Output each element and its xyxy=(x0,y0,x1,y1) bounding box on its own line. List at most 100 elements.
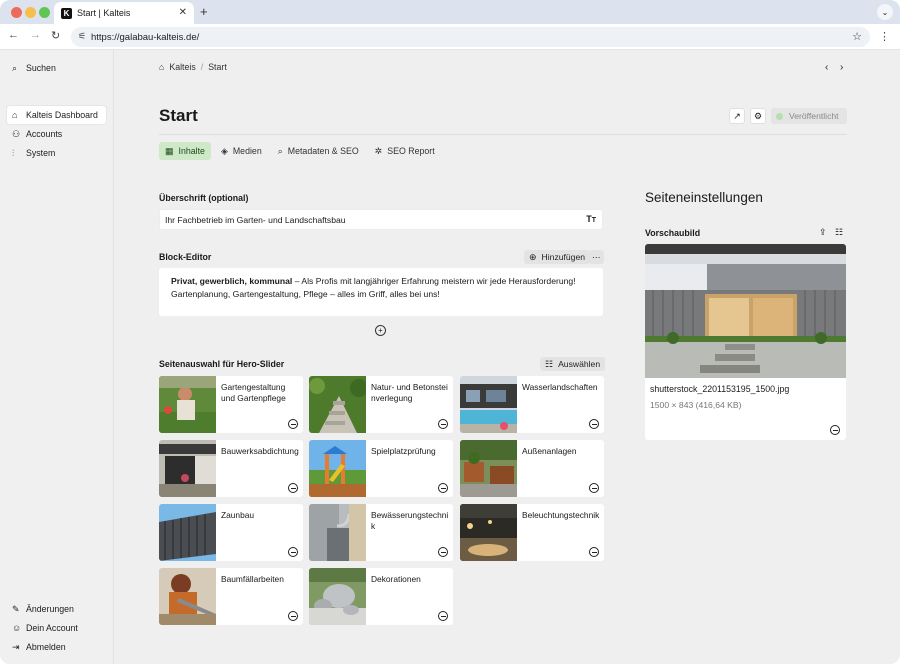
remove-circle-icon[interactable] xyxy=(288,483,298,493)
heading-input[interactable]: Ihr Fachbetrieb im Garten- und Landschaf… xyxy=(159,209,603,230)
slider-page-card[interactable]: Natur- und Betonsteinverlegung xyxy=(309,376,453,433)
select-pages-button[interactable]: ☷ Auswählen xyxy=(540,357,606,371)
chevron-left-icon[interactable]: ‹ xyxy=(825,62,828,73)
checklist-icon: ☷ xyxy=(545,358,554,369)
search-icon: ⌕ xyxy=(12,62,18,73)
remove-circle-icon[interactable] xyxy=(589,483,599,493)
page-thumbnail xyxy=(159,440,216,497)
sidebar-item-label: Abmelden xyxy=(26,642,66,652)
heading-input-value: Ihr Fachbetrieb im Garten- und Landschaf… xyxy=(165,214,346,225)
slider-page-card[interactable]: Beleuchtungstechnik xyxy=(460,504,604,561)
heading-field-label: Überschrift (optional) xyxy=(159,193,249,203)
tab-inhalte[interactable]: ▦ Inhalte xyxy=(159,142,211,160)
remove-circle-icon[interactable] xyxy=(589,547,599,557)
block-options-button[interactable]: ⋯ xyxy=(589,250,604,264)
minimize-window-button[interactable] xyxy=(25,7,36,18)
breadcrumb-home-link[interactable]: Kalteis xyxy=(169,62,195,72)
open-page-button[interactable]: ↗ xyxy=(729,108,745,124)
block-editor-content[interactable]: Privat, gewerblich, kommunal – Als Profi… xyxy=(159,268,603,316)
block-text-bold: Privat, gewerblich, kommunal xyxy=(171,276,293,286)
close-tab-icon[interactable]: ✕ xyxy=(179,7,187,18)
favicon-icon: K xyxy=(61,7,72,19)
page-title: Start xyxy=(159,106,198,125)
layers-icon: ◈ xyxy=(220,145,228,156)
remove-circle-icon[interactable] xyxy=(438,547,448,557)
tab-seo-report[interactable]: ✲ SEO Report xyxy=(369,142,441,160)
sidebar-item-logout[interactable]: ⇥ Abmelden xyxy=(7,638,106,656)
slider-page-card[interactable]: Bauwerksabdichtung xyxy=(159,440,303,497)
checklist-icon[interactable]: ☷ xyxy=(835,227,843,238)
slider-page-card[interactable]: Dekorationen xyxy=(309,568,453,625)
browser-menu-icon[interactable]: ⋮ xyxy=(879,30,890,43)
slider-page-card[interactable]: Wasserlandschaften xyxy=(460,376,604,433)
page-card-title: Spielplatzprüfung xyxy=(371,446,436,456)
breadcrumb-separator: / xyxy=(200,62,204,72)
page-thumbnail xyxy=(460,504,517,561)
slider-page-card[interactable]: Spielplatzprüfung xyxy=(309,440,453,497)
back-icon[interactable]: ← xyxy=(8,29,19,41)
remove-circle-icon[interactable] xyxy=(589,419,599,429)
upload-icon[interactable]: ⇪ xyxy=(819,227,827,238)
sidebar-item-changes[interactable]: ✎ Änderungen xyxy=(7,600,106,618)
publish-status-button[interactable]: Veröffentlicht xyxy=(771,108,847,124)
add-block-label: Hinzufügen xyxy=(541,252,586,262)
forward-icon[interactable]: → xyxy=(30,29,41,41)
remove-circle-icon[interactable] xyxy=(288,611,298,621)
page-card-title: Bauwerksabdichtung xyxy=(221,446,299,456)
tab-medien[interactable]: ◈ Medien xyxy=(215,142,268,160)
external-link-icon: ↗ xyxy=(733,110,741,121)
tab-search-icon[interactable]: ⌄ xyxy=(877,4,893,20)
remove-circle-icon[interactable] xyxy=(438,483,448,493)
sidebar-item-system[interactable]: ⫶ System xyxy=(7,144,106,162)
sidebar-item-accounts[interactable]: ⚇ Accounts xyxy=(7,125,106,143)
home-icon: ⌂ xyxy=(159,62,165,72)
remove-circle-icon[interactable] xyxy=(288,547,298,557)
browser-toolbar: ← → ↻ ⚟ https://galabau-kalteis.de/ ☆ ⋮ xyxy=(0,24,900,50)
sidebar-item-my-account[interactable]: ☺ Dein Account xyxy=(7,619,106,637)
remove-circle-icon[interactable] xyxy=(438,611,448,621)
slider-page-card[interactable]: Gartengestaltung und Gartenpflege xyxy=(159,376,303,433)
remove-circle-icon[interactable] xyxy=(830,425,840,435)
breadcrumb-current[interactable]: Start xyxy=(208,62,227,72)
sidebar-item-label: System xyxy=(26,148,56,158)
remove-circle-icon[interactable] xyxy=(288,419,298,429)
settings-button[interactable]: ⚙ xyxy=(750,108,766,124)
browser-tab[interactable]: K Start | Kalteis ✕ xyxy=(54,2,194,24)
sidebar-item-label: Kalteis Dashboard xyxy=(26,110,98,120)
grid-icon: ▦ xyxy=(165,145,174,156)
sidebar-item-label: Suchen xyxy=(26,63,56,73)
tab-label: Medien xyxy=(232,146,262,156)
page-card-title: Zaunbau xyxy=(221,510,255,520)
sidebar-item-label: Dein Account xyxy=(26,623,78,633)
slider-page-card[interactable]: Bewässerungstechnik xyxy=(309,504,453,561)
page-thumbnail xyxy=(309,504,366,561)
page-thumbnail xyxy=(309,568,366,625)
add-block-button[interactable]: ⊕ Hinzufügen xyxy=(524,250,591,264)
add-block-plus-icon[interactable]: + xyxy=(375,325,386,336)
text-format-icon[interactable]: TT xyxy=(586,214,596,224)
preview-image-card[interactable]: shutterstock_2201153195_1500.jpg 1500 × … xyxy=(645,244,846,440)
status-dot-icon xyxy=(776,112,783,120)
bookmark-star-icon[interactable]: ☆ xyxy=(852,30,862,43)
sidebar-item-label: Änderungen xyxy=(26,604,74,614)
chevron-right-icon[interactable]: › xyxy=(840,62,843,73)
site-info-icon[interactable]: ⚟ xyxy=(78,31,86,42)
maximize-window-button[interactable] xyxy=(39,7,50,18)
close-window-button[interactable] xyxy=(11,7,22,18)
slider-page-card[interactable]: Baumfällarbeiten xyxy=(159,568,303,625)
select-label: Auswählen xyxy=(558,359,601,369)
tab-metadaten-seo[interactable]: ⌕ Metadaten & SEO xyxy=(272,142,365,160)
slider-page-card[interactable]: Zaunbau xyxy=(159,504,303,561)
page-thumbnail xyxy=(159,568,216,625)
page-thumbnail xyxy=(309,440,366,497)
page-tabs: ▦ Inhalte ◈ Medien ⌕ Metadaten & SEO ✲ S… xyxy=(159,142,441,160)
remove-circle-icon[interactable] xyxy=(438,419,448,429)
sidebar-item-dashboard[interactable]: ⌂ Kalteis Dashboard xyxy=(7,106,106,124)
sidebar-search[interactable]: ⌕ Suchen xyxy=(7,59,106,77)
page-card-title: Bewässerungstechnik xyxy=(371,510,449,531)
slider-page-card[interactable]: Außenanlagen xyxy=(460,440,604,497)
new-tab-icon[interactable]: + xyxy=(200,4,208,19)
reload-icon[interactable]: ↻ xyxy=(51,29,60,42)
page-thumbnail xyxy=(460,376,517,433)
address-bar[interactable]: ⚟ https://galabau-kalteis.de/ ☆ xyxy=(71,27,870,47)
